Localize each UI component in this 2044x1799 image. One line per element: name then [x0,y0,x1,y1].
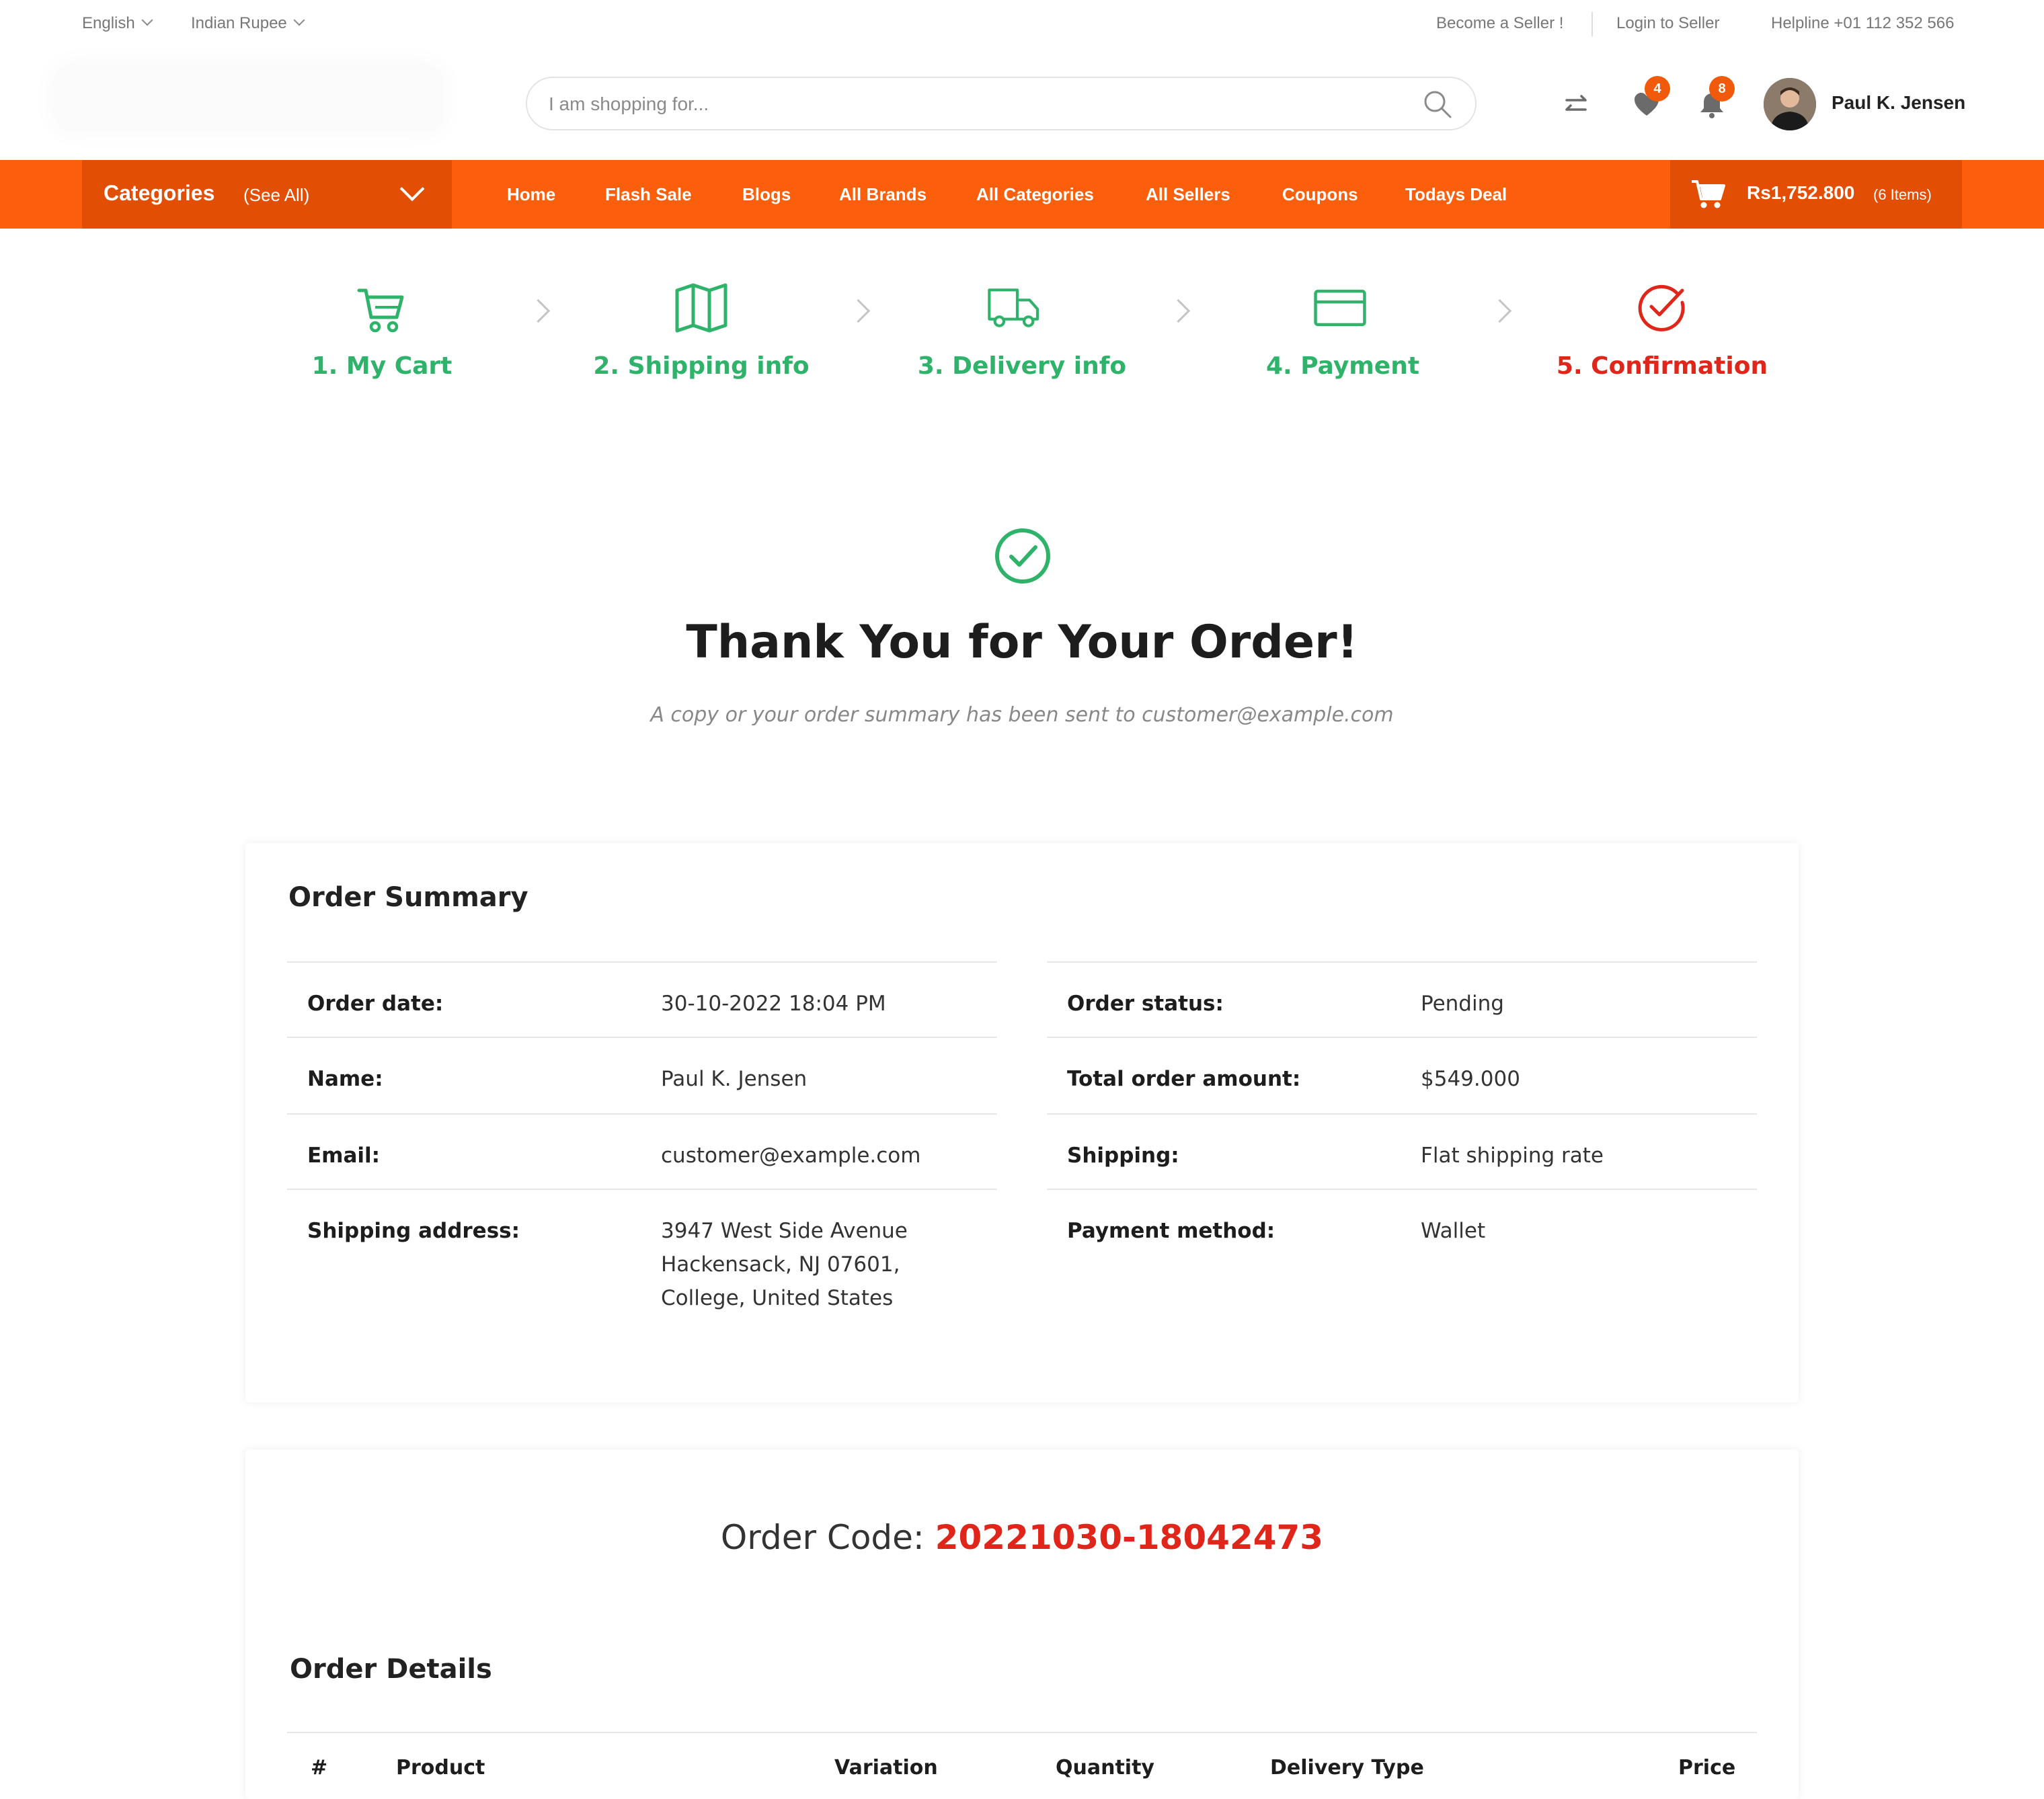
table-row: Shipping address: 3947 West Side Avenue … [287,1189,997,1324]
compare-icon[interactable] [1561,90,1591,120]
order-summary-title: Order Summary [288,882,528,913]
chevron-down-icon [141,14,153,26]
address-line: 3947 West Side Avenue [661,1219,908,1243]
user-avatar-icon [1764,78,1816,130]
shipping-address-value: 3947 West Side Avenue Hackensack, NJ 076… [641,1189,997,1324]
step-shipping-info[interactable]: 2. Shipping info [567,352,836,380]
address-line: College, United States [661,1286,894,1310]
payment-method-value: Wallet [1401,1189,1757,1324]
order-summary-right-table: Order status: Pending Total order amount… [1047,961,1757,1324]
language-label: English [82,14,135,32]
email-label: Email: [287,1113,641,1189]
helpline-text: Helpline +01 112 352 566 [1771,14,1955,32]
user-name[interactable]: Paul K. Jensen [1832,92,1965,114]
order-details-card [245,1449,1799,1799]
language-selector[interactable]: English [82,14,153,33]
column-header-product: Product [396,1756,485,1780]
order-code-label: Order Code: [720,1518,925,1557]
see-all-link[interactable]: (See All) [243,185,309,206]
chevron-right-icon [526,298,551,323]
search-input[interactable] [547,78,1390,130]
currency-selector[interactable]: Indian Rupee [191,14,305,33]
name-label: Name: [287,1037,641,1114]
cart-icon [1692,180,1725,208]
truck-icon [988,288,1039,327]
table-row: Shipping: Flat shipping rate [1047,1113,1757,1189]
step-payment[interactable]: 4. Payment [1208,352,1477,380]
order-code-value: 20221030-18042473 [935,1518,1324,1557]
address-line: Hackensack, NJ 07601, [661,1252,900,1277]
shipping-value: Flat shipping rate [1401,1113,1757,1189]
column-header-index: # [311,1756,328,1780]
top-bar: English Indian Rupee Become a Seller ! L… [0,0,2044,48]
cart-total: Rs1,752.800 [1747,182,1855,203]
nav-blogs[interactable]: Blogs [742,184,791,205]
name-value: Paul K. Jensen [641,1037,997,1114]
chevron-right-icon [1487,298,1512,323]
order-details-title: Order Details [290,1654,492,1685]
login-seller-link[interactable]: Login to Seller [1616,14,1719,33]
thank-you-subtitle: A copy or your order summary has been se… [650,703,1394,727]
order-date-value: 30-10-2022 18:04 PM [641,961,997,1037]
column-header-delivery-type: Delivery Type [1270,1756,1424,1780]
nav-todays-deal[interactable]: Todays Deal [1405,184,1507,205]
nav-home[interactable]: Home [507,184,555,205]
table-row: Name: Paul K. Jensen [287,1037,997,1114]
divider [287,1732,1757,1733]
categories-label: Categories [104,181,215,205]
total-amount-label: Total order amount: [1047,1037,1401,1114]
table-row: Payment method: Wallet [1047,1189,1757,1324]
order-date-label: Order date: [287,961,641,1037]
order-code: Order Code: 20221030-18042473 [0,1518,2044,1557]
notification-count-badge: 8 [1709,76,1735,102]
wishlist-count-badge: 4 [1645,76,1670,102]
currency-label: Indian Rupee [191,14,287,32]
credit-card-icon [1314,289,1366,327]
total-amount-value: $549.000 [1401,1037,1757,1114]
column-header-quantity: Quantity [1056,1756,1154,1780]
order-status-value: Pending [1401,961,1757,1037]
chevron-right-icon [846,298,871,323]
column-header-price: Price [1678,1756,1736,1780]
check-circle-icon [1638,284,1685,331]
step-my-cart[interactable]: 1. My Cart [247,352,516,380]
check-circle-icon [995,528,1050,584]
order-status-label: Order status: [1047,961,1401,1037]
avatar[interactable] [1764,78,1816,130]
table-row: Email: customer@example.com [287,1113,997,1189]
chevron-down-icon [293,14,305,26]
email-value: customer@example.com [641,1113,997,1189]
site-logo[interactable] [54,65,444,132]
table-row: Order status: Pending [1047,961,1757,1037]
table-row: Total order amount: $549.000 [1047,1037,1757,1114]
divider [1591,12,1593,36]
search-bar [526,77,1477,130]
shipping-address-label: Shipping address: [287,1189,641,1324]
step-confirmation[interactable]: 5. Confirmation [1528,352,1797,380]
nav-coupons[interactable]: Coupons [1282,184,1358,205]
chevron-right-icon [1166,298,1191,323]
table-row: Order date: 30-10-2022 18:04 PM [287,961,997,1037]
thank-you-title: Thank You for Your Order! [686,616,1358,669]
become-seller-link[interactable]: Become a Seller ! [1436,14,1563,33]
payment-method-label: Payment method: [1047,1189,1401,1324]
search-icon[interactable] [1423,89,1452,119]
nav-all-brands[interactable]: All Brands [839,184,927,205]
order-summary-left-table: Order date: 30-10-2022 18:04 PM Name: Pa… [287,961,997,1324]
cart-item-count: (6 Items) [1873,186,1932,203]
cart-icon [357,288,404,333]
nav-flash-sale[interactable]: Flash Sale [605,184,692,205]
step-delivery-info[interactable]: 3. Delivery info [888,352,1156,380]
map-icon [675,283,728,333]
column-header-variation: Variation [834,1756,938,1780]
shipping-label: Shipping: [1047,1113,1401,1189]
nav-all-categories[interactable]: All Categories [976,184,1094,205]
nav-all-sellers[interactable]: All Sellers [1146,184,1230,205]
